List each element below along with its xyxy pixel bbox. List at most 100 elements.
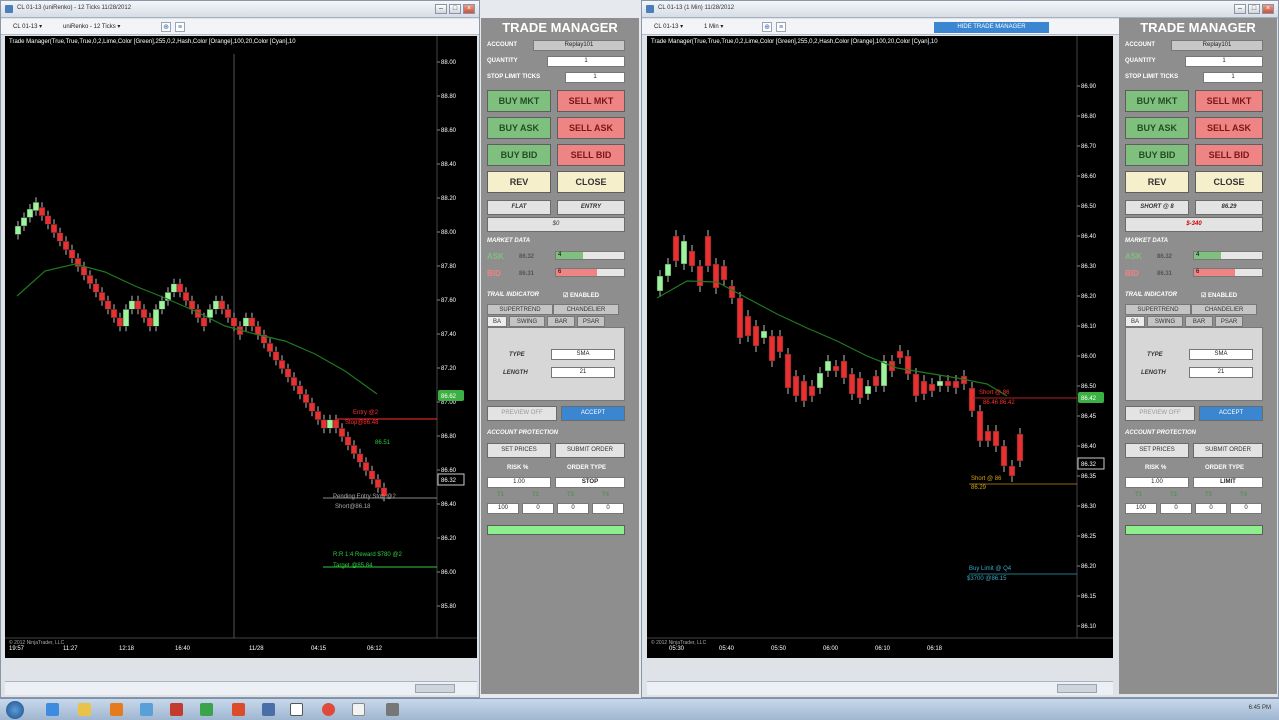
tab-swing[interactable]: SWING xyxy=(1147,316,1183,327)
maximize-button[interactable]: □ xyxy=(1248,4,1260,14)
target-qty-field[interactable]: 0 xyxy=(1195,503,1227,514)
candle xyxy=(768,335,776,362)
zoom-icon[interactable]: ⊕ xyxy=(161,22,171,32)
target-qty-field[interactable]: 0 xyxy=(1160,503,1192,514)
risk-field[interactable]: 1.00 xyxy=(487,477,551,488)
quantity-field[interactable]: 1 xyxy=(1185,56,1263,67)
sell-mkt-button[interactable]: SELL MKT xyxy=(1195,90,1263,112)
buy-ask-button[interactable]: BUY ASK xyxy=(487,117,551,139)
properties-icon[interactable]: ≡ xyxy=(175,22,185,32)
start-button[interactable] xyxy=(6,701,24,719)
scroll-thumb[interactable] xyxy=(1057,684,1097,693)
app-icon[interactable] xyxy=(140,703,153,716)
set-prices-button[interactable]: SET PRICES xyxy=(1125,443,1189,458)
preview-button[interactable]: PREVIEW OFF xyxy=(487,406,557,421)
buy-bid-button[interactable]: BUY BID xyxy=(487,144,551,166)
candle xyxy=(200,317,208,327)
interval-selector[interactable]: uniRenko - 12 Ticks ▾ xyxy=(63,22,120,33)
zoom-icon[interactable]: ⊕ xyxy=(762,22,772,32)
tab-bar[interactable]: BAR xyxy=(1185,316,1213,327)
sell-bid-button[interactable]: SELL BID xyxy=(557,144,625,166)
length-field[interactable]: 21 xyxy=(1189,367,1253,378)
close-position-button[interactable]: CLOSE xyxy=(557,171,625,193)
target-qty-field[interactable]: 0 xyxy=(557,503,589,514)
time-tick-label: 11:27 xyxy=(63,646,78,652)
tab-bar[interactable]: BAR xyxy=(547,316,575,327)
explorer-icon[interactable] xyxy=(78,703,91,716)
ninjatrader-icon[interactable] xyxy=(290,703,303,716)
sell-ask-button[interactable]: SELL ASK xyxy=(557,117,625,139)
target-qty-field[interactable]: 0 xyxy=(522,503,554,514)
tab-supertrend[interactable]: SUPERTREND xyxy=(487,304,553,315)
chart-area[interactable]: 86.90 86.80 86.70 86.60 86.50 86.40 86.30 86.20… xyxy=(647,36,1113,658)
tab-swing[interactable]: SWING xyxy=(509,316,545,327)
instrument-selector[interactable]: CL 01-13 ▾ xyxy=(654,22,683,33)
target-qty-field[interactable]: 100 xyxy=(1125,503,1157,514)
app-icon[interactable] xyxy=(170,703,183,716)
buy-mkt-button[interactable]: BUY MKT xyxy=(487,90,551,112)
type-label: TYPE xyxy=(509,352,525,358)
account-field[interactable]: Replay101 xyxy=(533,40,625,51)
enabled-checkbox[interactable]: ☑ ENABLED xyxy=(1201,292,1237,299)
stop-limit-field[interactable]: 1 xyxy=(1203,72,1263,83)
tab-ba[interactable]: BA xyxy=(1125,316,1145,327)
ie-icon[interactable] xyxy=(46,703,59,716)
app-icon[interactable] xyxy=(232,703,245,716)
sell-mkt-button[interactable]: SELL MKT xyxy=(557,90,625,112)
set-prices-button[interactable]: SET PRICES xyxy=(487,443,551,458)
submit-order-button[interactable]: SUBMIT ORDER xyxy=(1193,443,1263,458)
chart-scrollbar[interactable] xyxy=(647,681,1113,695)
length-field[interactable]: 21 xyxy=(551,367,615,378)
properties-icon[interactable]: ≡ xyxy=(776,22,786,32)
sell-ask-button[interactable]: SELL ASK xyxy=(1195,117,1263,139)
scroll-thumb[interactable] xyxy=(415,684,455,693)
close-button[interactable]: × xyxy=(1262,4,1274,14)
tab-ba[interactable]: BA xyxy=(487,316,507,327)
chart-area[interactable]: 88.00 88.80 88.60 88.40 88.20 88.00 87.80 87.60… xyxy=(5,36,477,658)
order-type-select[interactable]: LIMIT xyxy=(1193,477,1263,488)
interval-selector[interactable]: 1 Min ▾ xyxy=(704,22,723,33)
app-icon[interactable] xyxy=(200,703,213,716)
reverse-button[interactable]: REV xyxy=(1125,171,1189,193)
minimize-button[interactable]: – xyxy=(435,4,447,14)
close-button[interactable]: × xyxy=(463,4,475,14)
target-qty-field[interactable]: 0 xyxy=(1230,503,1262,514)
risk-field[interactable]: 1.00 xyxy=(1125,477,1189,488)
buy-ask-button[interactable]: BUY ASK xyxy=(1125,117,1189,139)
tab-chandelier[interactable]: CHANDELIER xyxy=(1191,304,1257,315)
type-select[interactable]: SMA xyxy=(1189,349,1253,360)
buy-bid-button[interactable]: BUY BID xyxy=(1125,144,1189,166)
media-icon[interactable] xyxy=(110,703,123,716)
account-field[interactable]: Replay101 xyxy=(1171,40,1263,51)
accept-button[interactable]: ACCEPT xyxy=(561,406,625,421)
accept-button[interactable]: ACCEPT xyxy=(1199,406,1263,421)
close-position-button[interactable]: CLOSE xyxy=(1195,171,1263,193)
chrome-icon[interactable] xyxy=(322,703,335,716)
reverse-button[interactable]: REV xyxy=(487,171,551,193)
type-select[interactable]: SMA xyxy=(551,349,615,360)
submit-order-button[interactable]: SUBMIT ORDER xyxy=(555,443,625,458)
instrument-selector[interactable]: CL 01-13 ▾ xyxy=(13,22,42,33)
stop-limit-field[interactable]: 1 xyxy=(565,72,625,83)
quantity-field[interactable]: 1 xyxy=(547,56,625,67)
app-icon[interactable] xyxy=(352,703,365,716)
tab-psar[interactable]: PSAR xyxy=(577,316,605,327)
chart-scrollbar[interactable] xyxy=(5,681,477,695)
target-qty-field[interactable]: 100 xyxy=(487,503,519,514)
buy-mkt-button[interactable]: BUY MKT xyxy=(1125,90,1189,112)
sell-bid-button[interactable]: SELL BID xyxy=(1195,144,1263,166)
maximize-button[interactable]: □ xyxy=(449,4,461,14)
hide-trade-manager-button[interactable]: HIDE TRADE MANAGER xyxy=(934,22,1049,33)
preview-button[interactable]: PREVIEW OFF xyxy=(1125,406,1195,421)
target-qty-field[interactable]: 0 xyxy=(592,503,624,514)
tab-supertrend[interactable]: SUPERTREND xyxy=(1125,304,1191,315)
minimize-button[interactable]: – xyxy=(1234,4,1246,14)
enabled-checkbox[interactable]: ☑ ENABLED xyxy=(563,292,599,299)
order-annotation: Short @ 86 xyxy=(971,476,1002,482)
order-type-select[interactable]: STOP xyxy=(555,477,625,488)
tab-chandelier[interactable]: CHANDELIER xyxy=(553,304,619,315)
tab-psar[interactable]: PSAR xyxy=(1215,316,1243,327)
candle xyxy=(800,380,808,402)
app-icon[interactable] xyxy=(386,703,399,716)
app-icon[interactable] xyxy=(262,703,275,716)
